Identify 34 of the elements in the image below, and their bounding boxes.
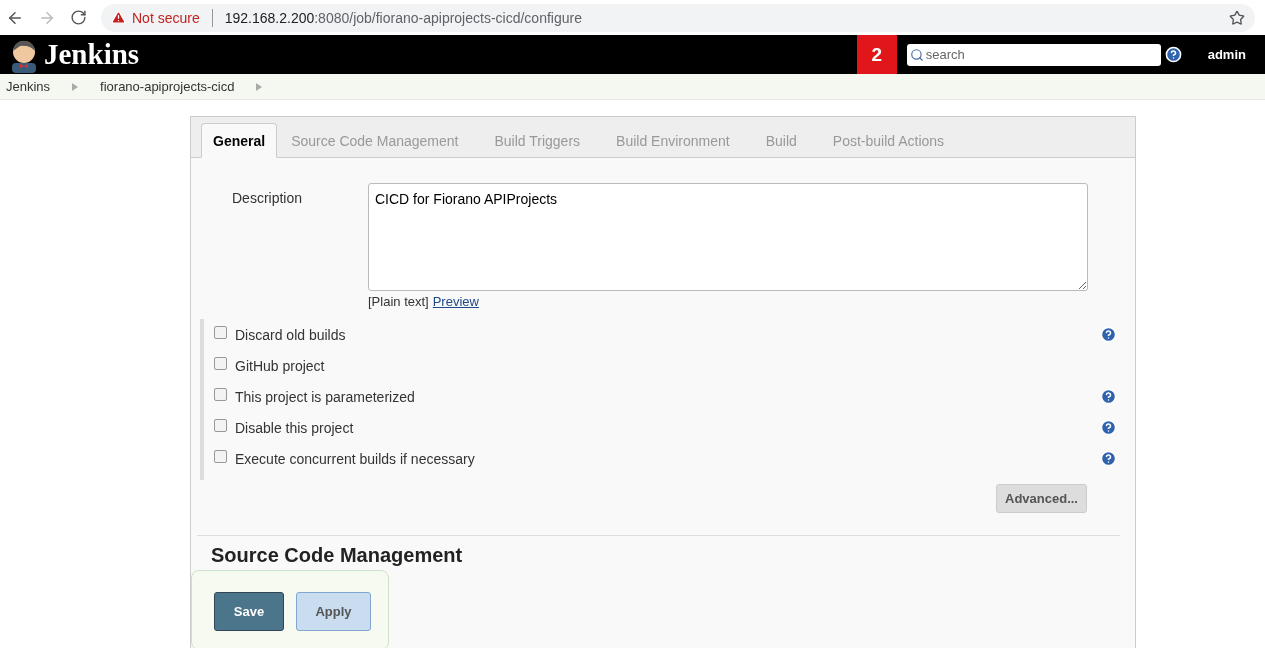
logo-text[interactable]: Jenkins — [44, 38, 140, 71]
help-icon[interactable] — [1164, 46, 1182, 63]
option-label: Execute concurrent builds if necessary — [235, 450, 476, 467]
format-label: [Plain text] — [368, 294, 429, 309]
checkbox[interactable] — [214, 326, 227, 339]
warning-icon — [111, 10, 126, 25]
checkbox[interactable] — [214, 419, 227, 432]
breadcrumb-link[interactable]: Jenkins — [6, 79, 51, 94]
advanced-button[interactable]: Advanced... — [996, 484, 1087, 513]
reload-icon[interactable] — [70, 9, 87, 26]
option-label: This project is parameterized — [235, 388, 416, 405]
option-label: Discard old builds — [235, 326, 347, 343]
notification-badge[interactable]: 2 — [856, 35, 897, 74]
address-bar[interactable]: Not secure 192.168.2.200:8080/job/fiorano-apiprojects-cicd/configure — [101, 3, 1255, 32]
url-host: 192.168.2.200 — [224, 9, 315, 26]
user-link[interactable]: admin — [1207, 47, 1246, 62]
section-heading: Source Code Management — [211, 544, 464, 567]
apply-button[interactable]: Apply — [296, 592, 371, 631]
checkbox[interactable] — [214, 450, 227, 463]
save-button[interactable]: Save — [214, 592, 284, 631]
url-path: :8080/job/fiorano-apiprojects-cicd/configure — [314, 9, 582, 26]
star-icon[interactable] — [1229, 9, 1245, 26]
security-label: Not secure — [132, 9, 200, 26]
breadcrumb-link[interactable]: fiorano-apiprojects-cicd — [100, 79, 235, 94]
option-label: GitHub project — [235, 357, 326, 374]
option-label: Disable this project — [235, 419, 355, 436]
preview-link[interactable]: Preview — [432, 294, 479, 309]
search-field[interactable]: search — [906, 43, 1161, 66]
tab[interactable]: General — [201, 123, 278, 158]
checkbox[interactable] — [214, 388, 227, 401]
checkbox[interactable] — [214, 357, 227, 370]
field-label: Description — [232, 189, 304, 208]
description-field[interactable]: CICD for Fiorano APIProjects — [368, 183, 1088, 291]
search-icon — [909, 47, 924, 62]
